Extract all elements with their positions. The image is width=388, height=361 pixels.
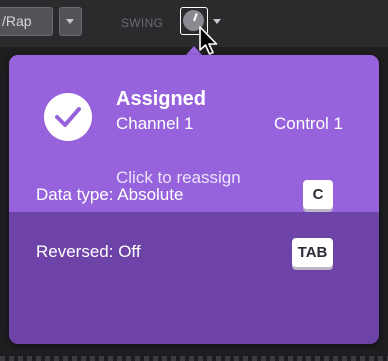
- preset-dropdown-button[interactable]: [59, 7, 82, 36]
- assignment-status-title: Assigned: [116, 88, 207, 110]
- control-label: Control 1: [274, 114, 343, 133]
- swing-label: SWING: [121, 16, 164, 30]
- channel-label: Channel 1: [116, 114, 194, 133]
- data-type-option[interactable]: Data type: Absolute: [36, 185, 183, 205]
- chevron-down-icon: [66, 19, 74, 24]
- reversed-shortcut-key[interactable]: TAB: [292, 238, 333, 267]
- preset-select[interactable]: /Rap: [0, 7, 53, 36]
- data-type-shortcut-key[interactable]: C: [303, 180, 333, 209]
- bottom-divider: [0, 356, 388, 361]
- options-section: [9, 212, 379, 344]
- check-circle-icon: [44, 93, 92, 141]
- knob-dropdown-icon[interactable]: [213, 19, 221, 24]
- toolbar: /Rap SWING: [0, 0, 388, 47]
- reversed-option[interactable]: Reversed: Off: [36, 242, 141, 262]
